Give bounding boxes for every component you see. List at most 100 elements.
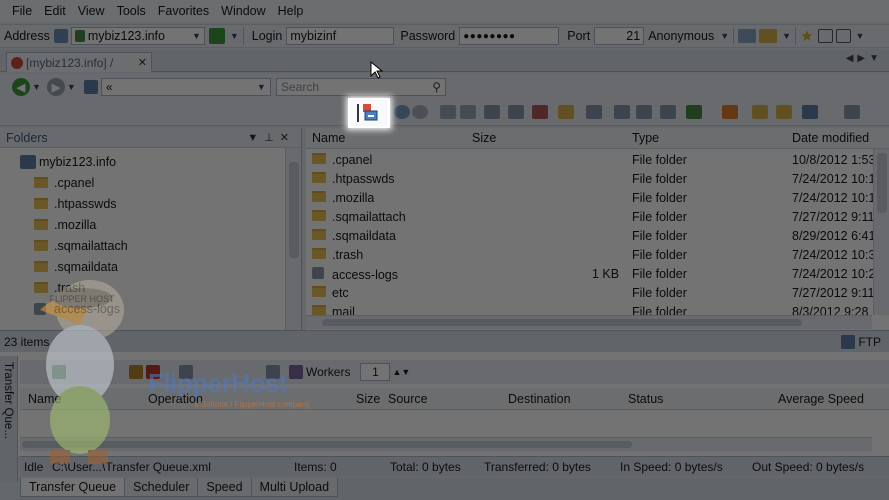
clipboard-icon[interactable] bbox=[660, 105, 676, 119]
scroll-thumb[interactable] bbox=[877, 153, 887, 213]
file-type: File folder bbox=[632, 248, 687, 262]
chevron-down-icon[interactable]: ▼ bbox=[230, 31, 239, 41]
login-field[interactable]: mybizinf bbox=[286, 27, 395, 45]
file-row[interactable]: .trash File folder 7/24/2012 10:3 bbox=[306, 246, 875, 265]
tree-item[interactable]: .mozilla bbox=[34, 214, 96, 235]
connect-icon[interactable] bbox=[208, 28, 225, 44]
move-icon[interactable] bbox=[508, 105, 524, 119]
copy-icon[interactable] bbox=[484, 105, 500, 119]
address-value: mybiz123.info bbox=[87, 29, 165, 43]
port-field[interactable]: 21 bbox=[594, 27, 645, 45]
folder-icon bbox=[312, 248, 326, 259]
auto-mode-icon[interactable] bbox=[686, 105, 702, 119]
menu-favorites[interactable]: Favorites bbox=[152, 0, 215, 22]
stop-icon[interactable] bbox=[412, 105, 428, 119]
address-field[interactable]: mybiz123.info ▼ bbox=[70, 27, 205, 45]
tree-item[interactable]: .sqmailattach bbox=[34, 235, 128, 256]
tab-scroll-icons[interactable]: ◀▶▼ bbox=[846, 53, 883, 64]
column-name[interactable]: Name bbox=[312, 131, 345, 145]
menu-view[interactable]: View bbox=[72, 0, 111, 22]
anonymous-checkbox[interactable]: Anonymous bbox=[644, 29, 718, 43]
file-date: 7/27/2012 9:11 bbox=[792, 286, 875, 300]
menu-edit[interactable]: Edit bbox=[38, 0, 72, 22]
password-field[interactable]: ●●●●●●●● bbox=[459, 27, 560, 45]
tree-item[interactable]: .htpasswds bbox=[34, 193, 117, 214]
scroll-thumb[interactable] bbox=[322, 319, 802, 326]
files-horizontal-scrollbar[interactable] bbox=[306, 315, 872, 329]
file-row[interactable]: .sqmailattach File folder 7/27/2012 9:11 bbox=[306, 208, 874, 227]
file-row[interactable]: .htpasswds File folder 7/24/2012 10:1 bbox=[306, 170, 875, 189]
folders-scrollbar[interactable] bbox=[285, 148, 301, 330]
menu-file[interactable]: File bbox=[6, 0, 38, 22]
open-folder-icon[interactable] bbox=[759, 29, 778, 43]
star-icon[interactable]: ★ bbox=[800, 27, 813, 45]
file-row[interactable]: .sqmaildata File folder 8/29/2012 6:41 bbox=[306, 227, 875, 246]
pasv-mode-icon[interactable] bbox=[722, 105, 738, 119]
column-date-modified[interactable]: Date modified bbox=[792, 131, 869, 145]
file-row[interactable]: mail File folder 8/3/2012 9:28 F bbox=[306, 303, 872, 315]
pane-controls-icon[interactable]: ▼⊥✕ bbox=[247, 131, 301, 144]
menu-window[interactable]: Window bbox=[215, 0, 271, 22]
refresh-icon[interactable] bbox=[394, 105, 410, 119]
chevron-down-icon[interactable]: ▼ bbox=[856, 31, 865, 41]
tree-item[interactable]: .cpanel bbox=[34, 172, 94, 193]
tab-scheduler[interactable]: Scheduler bbox=[124, 478, 199, 497]
menu-tools[interactable]: Tools bbox=[111, 0, 152, 22]
search-icon[interactable]: ⚲ bbox=[432, 80, 441, 94]
files-scrollbar[interactable] bbox=[873, 149, 889, 315]
file-row[interactable]: .mozilla File folder 7/24/2012 10:1 bbox=[306, 189, 875, 208]
close-icon[interactable]: ✕ bbox=[138, 56, 147, 69]
toggle-panel-button[interactable] bbox=[348, 98, 390, 128]
sync-icon[interactable] bbox=[776, 105, 792, 119]
column-size[interactable]: Size bbox=[472, 131, 496, 145]
rename-icon[interactable] bbox=[460, 105, 476, 119]
queue-col-average-speed[interactable]: Average Speed bbox=[778, 392, 864, 406]
tab-multi-upload[interactable]: Multi Upload bbox=[250, 478, 339, 497]
properties-icon[interactable] bbox=[586, 105, 602, 119]
paste-icon[interactable] bbox=[636, 105, 652, 119]
chevron-down-icon[interactable]: ▼ bbox=[720, 31, 729, 41]
folder-icon bbox=[312, 229, 326, 240]
search-input[interactable]: Search ⚲ bbox=[276, 78, 446, 96]
back-icon[interactable]: ◀ bbox=[12, 78, 30, 96]
delete-icon[interactable] bbox=[532, 105, 548, 119]
history-icon[interactable] bbox=[53, 29, 68, 43]
column-type[interactable]: Type bbox=[632, 131, 659, 145]
path-field[interactable]: « ▼ bbox=[100, 78, 271, 96]
chevron-down-icon[interactable]: ▼ bbox=[32, 82, 41, 92]
queue-horizontal-scrollbar[interactable] bbox=[20, 437, 872, 451]
queue-col-destination[interactable]: Destination bbox=[508, 392, 571, 406]
tab-speed[interactable]: Speed bbox=[197, 478, 252, 497]
file-row[interactable]: access-logs 1 KB File folder 7/24/2012 1… bbox=[306, 265, 875, 284]
chevron-down-icon[interactable]: ▼ bbox=[192, 31, 201, 41]
transfer-icon[interactable] bbox=[440, 105, 456, 119]
file-row[interactable]: .cpanel File folder 10/8/2012 1:53 bbox=[306, 151, 875, 170]
bookmark-icon[interactable] bbox=[752, 105, 768, 119]
queue-col-size[interactable]: Size bbox=[356, 392, 380, 406]
chevron-down-icon[interactable]: ▼ bbox=[67, 82, 76, 92]
stepper-arrows-icon[interactable]: ▲▼ bbox=[392, 367, 410, 377]
columns-icon[interactable] bbox=[844, 105, 860, 119]
scroll-thumb[interactable] bbox=[289, 162, 299, 258]
queue-items: Items: 0 bbox=[294, 460, 337, 474]
queue-side-tab[interactable]: Transfer Que... bbox=[0, 356, 18, 482]
tab-session[interactable]: [mybiz123.info] / ✕ bbox=[6, 52, 152, 72]
path-value: « bbox=[105, 80, 113, 94]
site-manager-icon[interactable] bbox=[738, 29, 757, 43]
cut-icon[interactable] bbox=[614, 105, 630, 119]
layout-split-icon[interactable] bbox=[817, 29, 833, 43]
new-folder-icon[interactable] bbox=[558, 105, 574, 119]
queue-col-status[interactable]: Status bbox=[628, 392, 663, 406]
chevron-down-icon[interactable]: ▼ bbox=[782, 31, 791, 41]
queue-col-source[interactable]: Source bbox=[388, 392, 428, 406]
layout-tile-icon[interactable] bbox=[835, 29, 851, 43]
tab-transfer-queue[interactable]: Transfer Queue bbox=[20, 478, 126, 497]
file-row[interactable]: etc File folder 7/27/2012 9:11 bbox=[306, 284, 875, 303]
file-name: mail bbox=[332, 305, 355, 315]
view-mode-icon[interactable] bbox=[802, 105, 818, 119]
workers-stepper[interactable]: 1 bbox=[360, 363, 391, 381]
chevron-down-icon[interactable]: ▼ bbox=[257, 82, 266, 92]
tree-root[interactable]: mybiz123.info bbox=[20, 151, 116, 172]
forward-icon[interactable]: ▶ bbox=[46, 78, 65, 96]
menu-help[interactable]: Help bbox=[272, 0, 310, 22]
